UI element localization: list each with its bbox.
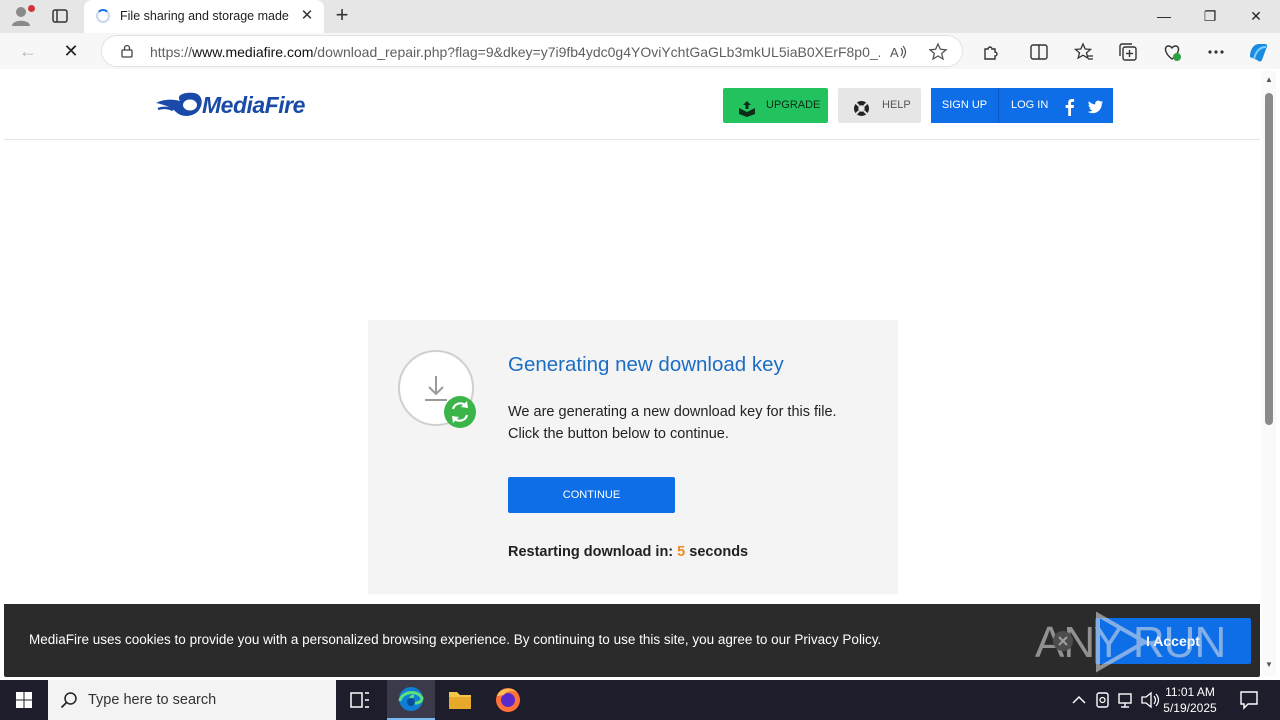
folder-icon	[449, 692, 471, 709]
show-hidden-icons-button[interactable]	[1068, 680, 1090, 720]
cookie-close-icon[interactable]	[1052, 630, 1074, 652]
collections-icon[interactable]	[1117, 41, 1139, 63]
upgrade-label: UPGRADE	[766, 99, 821, 111]
page-scrollbar[interactable]: ▲ ▼	[1262, 71, 1276, 676]
task-view-button[interactable]	[336, 680, 384, 720]
lock-icon[interactable]	[120, 44, 134, 58]
read-aloud-icon[interactable]: A	[888, 42, 908, 62]
firefox-icon	[496, 688, 520, 712]
volume-icon[interactable]	[1139, 680, 1161, 720]
signup-button[interactable]: SIGN UP	[931, 88, 998, 123]
favorites-icon[interactable]	[1073, 41, 1095, 63]
scroll-down-arrow-icon[interactable]: ▼	[1264, 660, 1274, 669]
card-title: Generating new download key	[508, 353, 784, 376]
scrollbar-thumb[interactable]	[1265, 93, 1273, 425]
anyrun-watermark: ANY RUN	[1035, 611, 1235, 673]
clock-date: 5/19/2025	[1163, 701, 1217, 715]
copilot-icon[interactable]	[1246, 41, 1268, 63]
search-icon	[60, 691, 78, 709]
clock-time: 11:01 AM	[1165, 685, 1215, 699]
svg-text:A: A	[890, 45, 899, 60]
login-label: LOG IN	[1011, 99, 1049, 111]
scroll-up-arrow-icon[interactable]: ▲	[1264, 75, 1274, 84]
notification-icon	[1240, 691, 1258, 710]
download-key-card: Generating new download key We are gener…	[368, 320, 898, 594]
tab-close-button[interactable]: ✕	[298, 7, 316, 25]
more-options-icon[interactable]	[1205, 41, 1227, 63]
upgrade-box-icon	[738, 97, 756, 117]
facebook-icon[interactable]	[1061, 96, 1079, 116]
browser-essentials-icon[interactable]	[1161, 41, 1183, 63]
window-close-button[interactable]: ✕	[1233, 0, 1279, 33]
windows-logo-icon	[16, 692, 32, 708]
favorite-star-icon[interactable]	[928, 42, 948, 62]
start-button[interactable]	[0, 680, 48, 720]
taskbar-search-box[interactable]: Type here to search	[48, 680, 336, 720]
loading-spinner-icon	[96, 9, 110, 23]
back-button[interactable]: ←	[15, 38, 41, 64]
restart-count: 5	[677, 544, 686, 560]
new-tab-button[interactable]: +	[330, 4, 354, 28]
card-description-line-2: Click the button below to continue.	[508, 426, 729, 442]
search-placeholder: Type here to search	[88, 692, 217, 708]
action-center-button[interactable]	[1234, 680, 1264, 720]
continue-button[interactable]: CONTINUE	[508, 477, 675, 513]
task-view-icon	[350, 692, 369, 708]
login-button[interactable]: LOG IN	[999, 88, 1113, 123]
twitter-icon[interactable]	[1086, 96, 1105, 115]
play-triangle-icon	[1096, 611, 1150, 673]
upgrade-button[interactable]: UPGRADE	[723, 88, 828, 123]
cookie-message: MediaFire uses cookies to provide you wi…	[29, 632, 882, 647]
taskbar-firefox[interactable]	[484, 680, 532, 720]
browser-toolbar: ← ✕ https://www.mediafire.com/download_r…	[0, 33, 1280, 69]
edge-icon	[398, 687, 424, 711]
profile-icon[interactable]	[10, 5, 35, 27]
mediafire-logo[interactable]: MediaFire	[154, 89, 334, 123]
chevron-up-icon	[1072, 695, 1086, 704]
lifebuoy-icon	[853, 97, 870, 116]
download-refresh-icon	[398, 350, 478, 430]
extensions-icon[interactable]	[980, 41, 1002, 63]
card-description: We are generating a new download key for…	[508, 401, 878, 445]
restore-button[interactable]: ❐	[1187, 0, 1233, 33]
mediafire-flame-icon	[156, 92, 202, 116]
logo-wordmark: MediaFire	[202, 92, 305, 118]
restart-suffix: seconds	[689, 544, 749, 560]
site-header: MediaFire UPGRADE HELP SIGN UP LOG IN	[4, 69, 1260, 140]
minimize-button[interactable]: —	[1141, 0, 1187, 33]
system-clock[interactable]: 11:01 AM 5/19/2025	[1160, 684, 1220, 716]
address-bar[interactable]: https://www.mediafire.com/download_repai…	[101, 35, 963, 67]
tab-actions-icon[interactable]	[50, 6, 70, 26]
windows-taskbar: Type here to search 11:01 AM 5/19/2025	[0, 680, 1280, 720]
split-screen-icon[interactable]	[1028, 41, 1050, 63]
tab-title: File sharing and storage made simple	[120, 9, 292, 23]
taskbar-file-explorer[interactable]	[436, 680, 484, 720]
help-button[interactable]: HELP	[838, 88, 921, 123]
help-label: HELP	[882, 99, 911, 111]
network-icon[interactable]	[1115, 680, 1137, 720]
browser-tab-bar: File sharing and storage made simple ✕ +…	[0, 0, 1280, 33]
restart-countdown: Restarting download in: 5 seconds	[508, 544, 748, 560]
restart-prefix: Restarting download in:	[508, 544, 674, 560]
stop-loading-button[interactable]: ✕	[58, 38, 84, 64]
tray-device-icon[interactable]	[1092, 680, 1114, 720]
tab-active[interactable]: File sharing and storage made simple ✕	[84, 0, 324, 33]
taskbar-edge[interactable]	[387, 680, 435, 720]
card-description-line-1: We are generating a new download key for…	[508, 404, 837, 420]
url-text[interactable]: https://www.mediafire.com/download_repai…	[150, 44, 880, 60]
web-page: MediaFire UPGRADE HELP SIGN UP LOG IN Ge…	[4, 69, 1260, 680]
